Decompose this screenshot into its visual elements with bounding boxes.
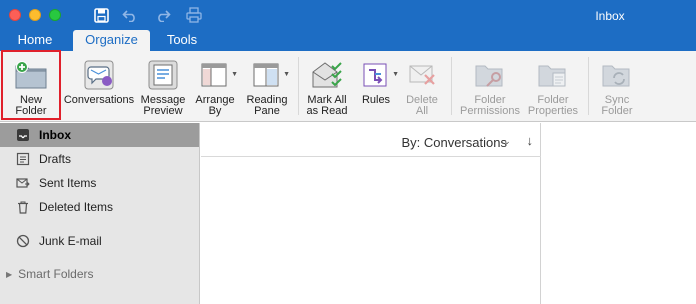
reading-pane-icon: ▼ [250,58,290,92]
tab-tools[interactable]: Tools [156,30,208,51]
folder-sidebar: Inbox Drafts Sent Items Deleted Items Ju… [0,123,200,304]
smart-folders-label: Smart Folders [18,267,94,281]
undo-icon[interactable] [120,5,140,25]
conversations-button[interactable]: Conversations [63,51,135,121]
ribbon-divider [298,57,299,115]
sidebar-item-label: Deleted Items [39,200,114,214]
mark-all-as-read-label: Mark All as Read [306,94,348,117]
print-icon[interactable] [184,5,204,25]
ribbon-divider [588,57,589,115]
folder-permissions-label: Folder Permissions [460,94,520,117]
redo-icon[interactable] [153,5,173,25]
sidebar-item-label: Drafts [39,152,72,166]
sidebar-item-label: Junk E-mail [39,234,102,248]
reading-pane-button[interactable]: ▼ Reading Pane [243,51,291,121]
chevron-down-icon: ▼ [392,71,399,78]
save-icon[interactable] [91,5,111,25]
sync-folder-label: Sync Folder [601,94,633,117]
chevron-down-icon: ▼ [283,71,290,78]
reading-pane [542,123,696,304]
tab-organize[interactable]: Organize [73,30,150,51]
sidebar-item-inbox[interactable]: Inbox [0,123,199,147]
sidebar-item-deleted-items[interactable]: Deleted Items [0,195,199,219]
sort-direction-button[interactable]: ↓ [527,133,534,148]
smart-folders-group[interactable]: ▶ Smart Folders [0,265,199,283]
delete-all-label: Delete All [406,94,438,117]
disclosure-triangle-icon[interactable]: ▶ [6,270,12,279]
arrange-by-icon: ▼ [198,58,238,92]
sidebar-item-label: Sent Items [39,176,97,190]
folder-properties-icon [536,58,570,92]
junk-icon [15,233,31,249]
drafts-icon [15,151,31,167]
ribbon-toolbar: New Folder Conversations Message Preview [0,51,696,122]
message-preview-label: Message Preview [140,94,186,117]
inbox-icon [15,127,31,143]
sidebar-item-sent-items[interactable]: Sent Items [0,171,199,195]
mark-all-read-icon [310,58,344,92]
trash-icon [15,199,31,215]
message-preview-icon [146,58,180,92]
rules-button[interactable]: ▼ Rules [356,51,399,121]
zoom-window-button[interactable] [49,9,61,21]
title-bar: Inbox [0,0,696,30]
folder-permissions-icon [473,58,507,92]
message-preview-button[interactable]: Message Preview [139,51,187,121]
sort-by-dropdown[interactable]: By: Conversations [402,135,508,150]
ribbon-tabs: Home Organize Tools [0,30,696,51]
arrange-by-button[interactable]: ▼ Arrange By [191,51,239,121]
reading-pane-label: Reading Pane [246,94,288,117]
sent-icon [15,175,31,191]
mark-all-as-read-button[interactable]: Mark All as Read [303,51,351,121]
message-list[interactable]: By: Conversations ⌄ ↓ [201,123,541,304]
arrange-by-label: Arrange By [195,94,235,117]
delete-all-icon [405,58,439,92]
sidebar-item-junk-email[interactable]: Junk E-mail [0,229,199,253]
folder-permissions-button[interactable]: Folder Permissions [456,51,524,121]
rules-icon: ▼ [359,58,399,92]
folder-properties-label: Folder Properties [527,94,579,117]
sidebar-item-label: Inbox [39,128,71,142]
folder-properties-button[interactable]: Folder Properties [524,51,582,121]
window-title: Inbox [595,9,625,23]
sort-bar: By: Conversations ⌄ ↓ [201,123,541,157]
chevron-down-icon: ▼ [231,71,238,78]
delete-all-button[interactable]: Delete All [400,51,444,121]
conversations-label: Conversations [63,94,135,106]
close-window-button[interactable] [9,9,21,21]
ribbon-divider [451,57,452,115]
rules-label: Rules [361,94,391,106]
chevron-down-icon[interactable]: ⌄ [501,136,513,147]
sync-folder-button[interactable]: Sync Folder [594,51,640,121]
tab-home[interactable]: Home [8,30,62,51]
conversations-icon [82,58,116,92]
sidebar-item-drafts[interactable]: Drafts [0,147,199,171]
minimize-window-button[interactable] [29,9,41,21]
new-folder-highlight-box [1,50,61,120]
sync-folder-icon [600,58,634,92]
